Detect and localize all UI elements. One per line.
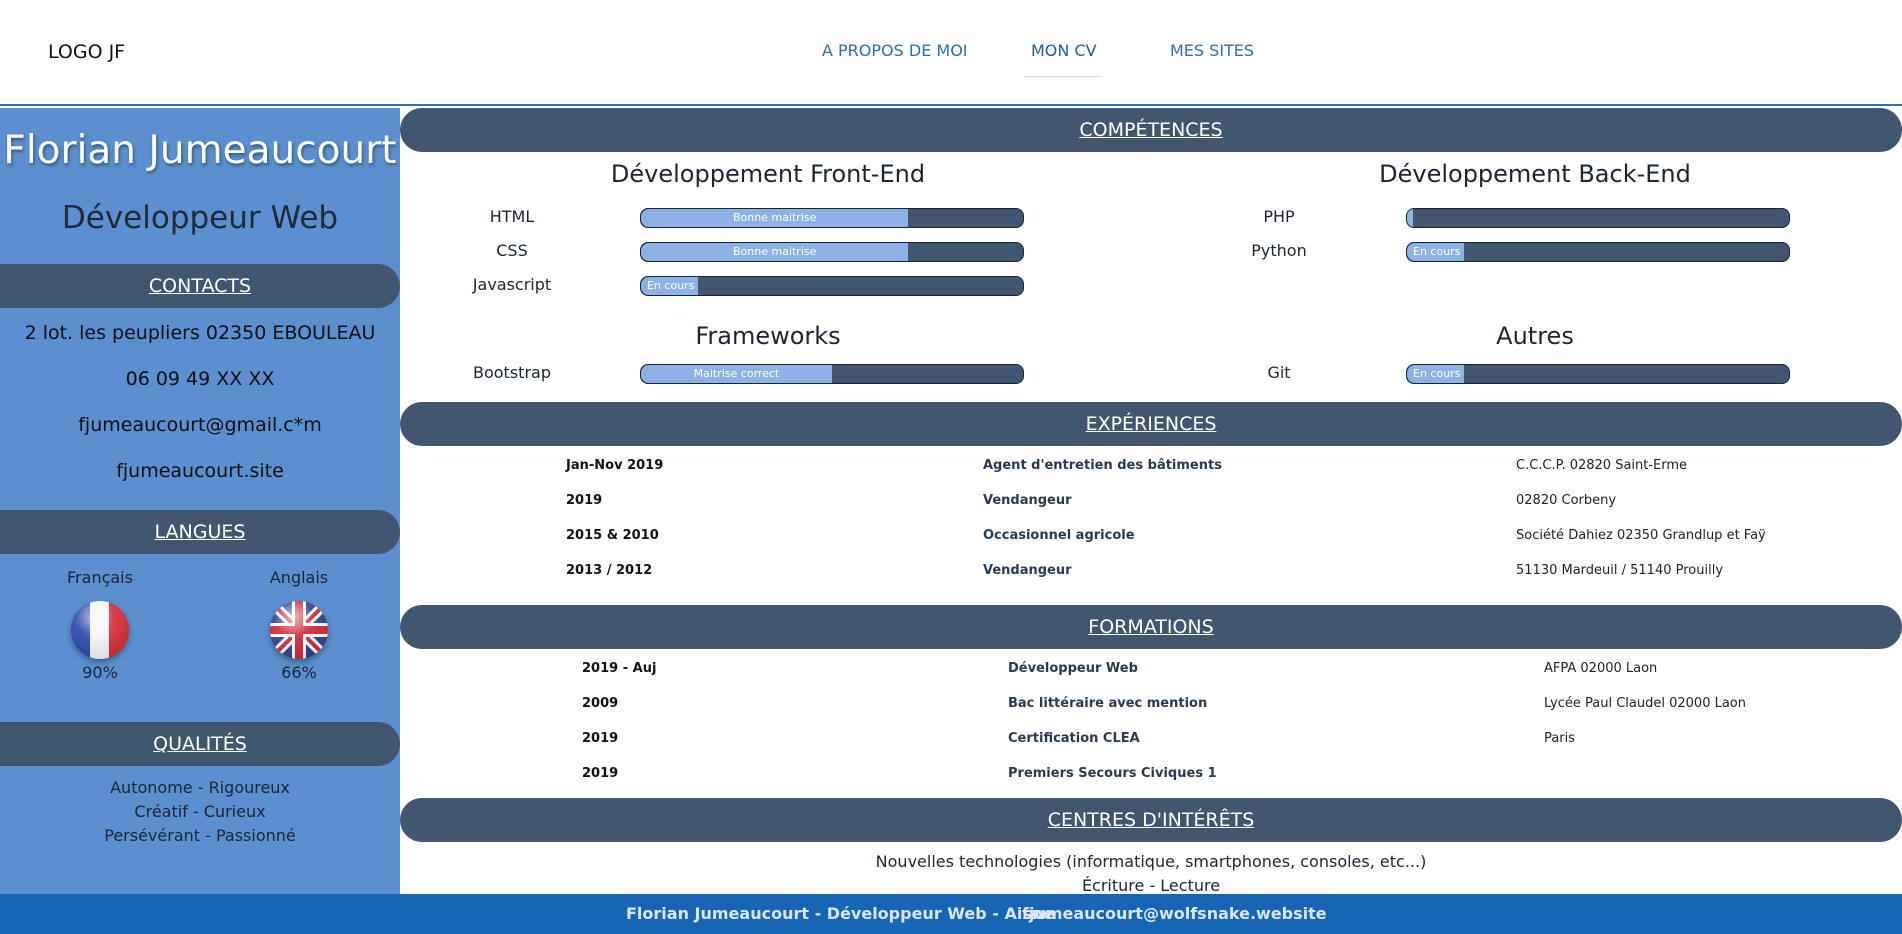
active-nav-indicator	[1024, 76, 1102, 77]
skill-name: Javascript	[472, 275, 552, 294]
language-french: Français 90%	[20, 568, 180, 682]
quality-line: Autonome - Rigoureux	[110, 778, 290, 797]
experience-date: 2013 / 2012	[566, 563, 653, 578]
site-footer: Florian Jumeaucourt - Développeur Web - …	[0, 894, 1902, 934]
formation-date: 2009	[582, 696, 619, 711]
experience-place: C.C.C.P. 02820 Saint-Erme	[1516, 458, 1688, 473]
skill-name: PHP	[1263, 207, 1295, 226]
skill-bar-fill: Bonne maitrise	[641, 209, 909, 227]
contact-phone[interactable]: 06 09 49 XX XX	[0, 368, 400, 390]
site-logo[interactable]: LOGO JF	[48, 41, 125, 63]
experience-place: 51130 Mardeuil / 51140 Prouilly	[1516, 563, 1724, 578]
skill-group-title: Développement Back-End	[1379, 160, 1691, 188]
table-row: 2019 Certification CLEA Paris	[400, 723, 1902, 758]
skill-bar-fill: En cours	[1407, 243, 1465, 261]
experience-place: 02820 Corbeny	[1516, 493, 1617, 508]
formation-place: Paris	[1544, 731, 1575, 746]
table-row: 2015 & 2010 Occasionnel agricole Société…	[400, 520, 1902, 555]
profile-sidebar: Florian Jumeaucourt Développeur Web CONT…	[0, 108, 400, 894]
table-row: 2019 - Auj Développeur Web AFPA 02000 La…	[400, 653, 1902, 688]
language-name: Français	[67, 568, 133, 587]
formation-place: Lycée Paul Claudel 02000 Laon	[1544, 696, 1747, 711]
skill-group-title: Développement Front-End	[610, 160, 926, 188]
formation-date: 2019	[582, 731, 619, 746]
skill-bar: En cours	[640, 276, 1024, 296]
skill-bar-fill: En cours	[641, 277, 699, 295]
skill-group-title: Frameworks	[695, 322, 841, 350]
formation-title: Développeur Web	[1008, 661, 1138, 676]
skill-name: CSS	[496, 241, 528, 260]
table-row: Jan-Nov 2019 Agent d'entretien des bâtim…	[400, 450, 1902, 485]
skill-bar: En cours	[1406, 242, 1790, 262]
skill-bar: Bonne maitrise	[640, 242, 1024, 262]
langues-heading: LANGUES	[0, 510, 400, 554]
formation-title: Certification CLEA	[1008, 731, 1140, 746]
skill-bar-fill: Bonne maitrise	[641, 243, 909, 261]
interets-heading: CENTRES D'INTÉRÊTS	[400, 798, 1902, 842]
contact-email[interactable]: fjumeaucourt@gmail.c*m	[0, 414, 400, 436]
formation-date: 2019	[582, 766, 619, 781]
cv-main: COMPÉTENCES Développement Front-End Déve…	[400, 108, 1902, 895]
experience-title: Vendangeur	[983, 493, 1072, 508]
language-name: Anglais	[269, 568, 329, 587]
experience-title: Agent d'entretien des bâtiments	[983, 458, 1222, 473]
skill-name: HTML	[489, 207, 535, 226]
language-level: 66%	[281, 663, 317, 682]
skill-name: Bootstrap	[473, 363, 551, 382]
qualites-heading: QUALITÉS	[0, 722, 400, 766]
contact-website[interactable]: fjumeaucourt.site	[0, 460, 400, 482]
experience-title: Vendangeur	[983, 563, 1072, 578]
table-row: 2019 Premiers Secours Civiques 1	[400, 758, 1902, 793]
profile-name: Florian Jumeaucourt	[3, 128, 397, 173]
france-flag-icon	[71, 601, 129, 659]
skill-bar-fill: Maitrise correct	[641, 365, 832, 383]
experience-title: Occasionnel agricole	[983, 528, 1135, 543]
interest-item: Écriture - Lecture	[1081, 876, 1221, 895]
contact-address: 2 lot. les peupliers 02350 EBOULEAU	[24, 322, 376, 344]
formation-date: 2019 - Auj	[582, 661, 657, 676]
table-row: 2019 Vendangeur 02820 Corbeny	[400, 485, 1902, 520]
site-header: LOGO JF A PROPOS DE MOI MON CV MES SITES	[0, 0, 1902, 106]
footer-email[interactable]: fjumeaucourt@wolfsnake.website	[1022, 904, 1327, 923]
experience-date: 2019	[566, 493, 603, 508]
table-row: 2013 / 2012 Vendangeur 51130 Mardeuil / …	[400, 555, 1902, 590]
footer-signature: Florian Jumeaucourt - Développeur Web - …	[626, 904, 1055, 923]
profile-role: Développeur Web	[61, 200, 339, 236]
nav-link-mon-cv[interactable]: MON CV	[1031, 41, 1097, 60]
nav-link-mes-sites[interactable]: MES SITES	[1170, 41, 1254, 60]
formation-title: Premiers Secours Civiques 1	[1008, 766, 1217, 781]
skill-bar-fill	[1407, 209, 1413, 227]
interest-item: Nouvelles technologies (informatique, sm…	[875, 852, 1427, 871]
skill-name: Python	[1251, 241, 1307, 260]
experience-date: 2015 & 2010	[566, 528, 659, 543]
quality-line: Persévérant - Passionné	[104, 826, 296, 845]
skill-group-title: Autres	[1496, 322, 1574, 350]
formation-place: AFPA 02000 Laon	[1544, 661, 1658, 676]
experience-place: Société Dahiez 02350 Grandlup et Faÿ	[1516, 528, 1766, 543]
skill-bar: Maitrise correct	[640, 364, 1024, 384]
table-row: 2009 Bac littéraire avec mention Lycée P…	[400, 688, 1902, 723]
quality-line: Créatif - Curieux	[134, 802, 266, 821]
contacts-heading: CONTACTS	[0, 264, 400, 308]
formations-heading: FORMATIONS	[400, 605, 1902, 649]
experience-date: Jan-Nov 2019	[566, 458, 664, 473]
skill-bar: En cours	[1406, 364, 1790, 384]
skill-bar-fill: En cours	[1407, 365, 1465, 383]
uk-flag-icon	[270, 601, 328, 659]
competences-heading: COMPÉTENCES	[400, 108, 1902, 152]
skill-bar	[1406, 208, 1790, 228]
language-level: 90%	[82, 663, 118, 682]
experiences-heading: EXPÉRIENCES	[400, 402, 1902, 446]
skill-name: Git	[1267, 363, 1291, 382]
formation-title: Bac littéraire avec mention	[1008, 696, 1208, 711]
skill-bar: Bonne maitrise	[640, 208, 1024, 228]
language-english: Anglais 66%	[219, 568, 379, 682]
nav-link-a-propos[interactable]: A PROPOS DE MOI	[822, 41, 968, 60]
